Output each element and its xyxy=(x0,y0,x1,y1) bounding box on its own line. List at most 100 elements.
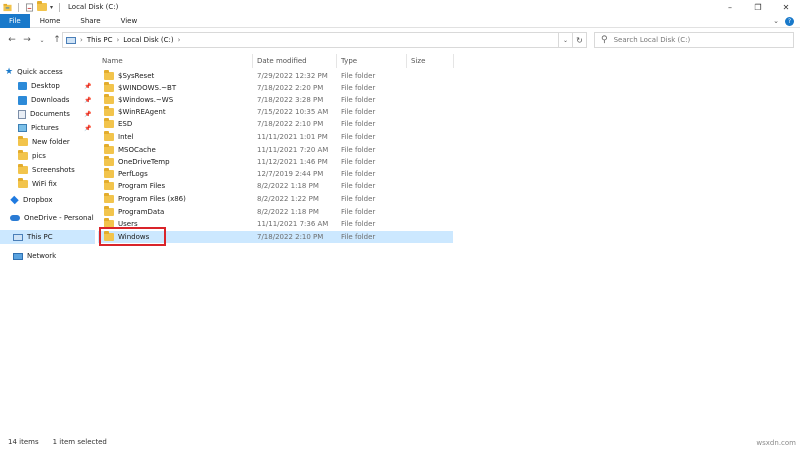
ribbon-right: ⌄ ? xyxy=(773,14,794,28)
sidebar-item-documents[interactable]: Documents 📌 xyxy=(18,107,94,121)
column-divider[interactable] xyxy=(406,54,407,68)
column-header-size[interactable]: Size xyxy=(411,54,425,68)
file-row-program-files-x86[interactable]: Program Files (x86) 8/2/2022 1:22 PM Fil… xyxy=(98,193,453,205)
file-date: 7/18/2022 3:28 PM xyxy=(257,96,324,104)
file-name: $SysReset xyxy=(118,72,155,80)
close-button[interactable]: ✕ xyxy=(772,0,800,14)
sidebar-item-label: Documents xyxy=(30,110,70,118)
back-button[interactable]: ← xyxy=(6,34,18,46)
file-row-winreagent[interactable]: $WinREAgent 7/15/2022 10:35 AM File fold… xyxy=(98,106,453,118)
tab-view[interactable]: View xyxy=(111,14,148,28)
properties-icon[interactable] xyxy=(25,3,34,12)
sidebar-item-pics[interactable]: pics xyxy=(18,149,46,163)
file-row-msocache[interactable]: MSOCache 11/11/2021 7:20 AM File folder xyxy=(98,144,453,156)
sidebar-item-screenshots[interactable]: Screenshots xyxy=(18,163,75,177)
column-divider[interactable] xyxy=(453,54,454,68)
customize-dropdown-icon[interactable]: ▾ xyxy=(50,4,53,11)
sidebar-item-downloads[interactable]: Downloads 📌 xyxy=(18,93,94,107)
sidebar-item-onedrive[interactable]: OneDrive - Personal xyxy=(10,211,94,225)
chevron-right-icon[interactable]: › xyxy=(80,36,83,44)
folder-icon xyxy=(104,180,114,190)
refresh-icon[interactable]: ↻ xyxy=(572,33,586,47)
forward-button[interactable]: → xyxy=(21,34,33,46)
file-row-intel[interactable]: Intel 11/11/2021 1:01 PM File folder xyxy=(98,131,453,143)
sidebar-item-desktop[interactable]: Desktop 📌 xyxy=(18,79,94,93)
sidebar-item-wifi-fix[interactable]: WiFi fix xyxy=(18,177,57,191)
file-name: ESD xyxy=(118,120,133,128)
column-header-date-modified[interactable]: Date modified xyxy=(257,54,307,68)
folder-icon xyxy=(104,82,114,92)
sidebar-item-dropbox[interactable]: Dropbox xyxy=(10,193,53,207)
file-name: ProgramData xyxy=(118,208,165,216)
folder-icon xyxy=(104,193,114,203)
address-actions: ⌄ ↻ xyxy=(558,33,586,47)
search-box[interactable]: ⚲ xyxy=(594,32,794,48)
this-pc-icon xyxy=(13,233,23,241)
sidebar-item-label: OneDrive - Personal xyxy=(24,214,94,222)
minimize-button[interactable]: – xyxy=(716,0,744,14)
recent-locations-icon[interactable]: ⌄ xyxy=(36,34,48,46)
sidebar-item-new-folder[interactable]: New folder xyxy=(18,135,70,149)
file-row-onedrivetemp[interactable]: OneDriveTemp 11/12/2021 1:46 PM File fol… xyxy=(98,156,453,168)
file-type: File folder xyxy=(341,182,376,190)
dropbox-icon xyxy=(10,195,19,205)
sidebar-item-label: WiFi fix xyxy=(32,180,57,188)
address-bar[interactable]: › This PC › Local Disk (C:) › ⌄ ↻ xyxy=(62,32,587,48)
onedrive-icon xyxy=(10,215,20,221)
documents-icon xyxy=(18,109,26,119)
chevron-right-icon[interactable]: › xyxy=(116,36,119,44)
file-name: Program Files (x86) xyxy=(118,195,186,203)
breadcrumb-this-pc[interactable]: This PC xyxy=(87,36,113,44)
file-type: File folder xyxy=(341,220,376,228)
expand-ribbon-icon[interactable]: ⌄ xyxy=(773,17,779,25)
file-row-esd[interactable]: ESD 7/18/2022 2:10 PM File folder xyxy=(98,118,453,130)
column-header-type[interactable]: Type xyxy=(341,54,357,68)
folder-icon xyxy=(104,70,114,80)
column-divider[interactable] xyxy=(252,54,253,68)
file-name: PerfLogs xyxy=(118,170,148,178)
folder-icon xyxy=(18,136,28,146)
column-divider[interactable] xyxy=(336,54,337,68)
network-icon xyxy=(13,252,23,260)
folder-icon xyxy=(104,94,114,104)
file-date: 11/11/2021 7:36 AM xyxy=(257,220,329,228)
file-row-windows-bt[interactable]: $WINDOWS.~BT 7/18/2022 2:20 PM File fold… xyxy=(98,82,453,94)
chevron-right-icon[interactable]: › xyxy=(178,36,181,44)
maximize-button[interactable]: ❐ xyxy=(744,0,772,14)
pin-icon: 📌 xyxy=(84,110,92,118)
file-row-perflogs[interactable]: PerfLogs 12/7/2019 2:44 PM File folder xyxy=(98,168,453,180)
address-dropdown-icon[interactable]: ⌄ xyxy=(558,33,572,47)
file-type: File folder xyxy=(341,208,376,216)
file-name: MSOCache xyxy=(118,146,156,154)
file-type: File folder xyxy=(341,170,376,178)
this-pc-icon xyxy=(66,36,76,44)
breadcrumb-local-disk[interactable]: Local Disk (C:) xyxy=(123,36,173,44)
tab-file[interactable]: File xyxy=(0,13,30,28)
file-row-programdata[interactable]: ProgramData 8/2/2022 1:18 PM File folder xyxy=(98,206,453,218)
file-name: Program Files xyxy=(118,182,166,190)
sidebar-item-quick-access[interactable]: ★ Quick access xyxy=(5,65,63,79)
star-icon: ★ xyxy=(5,67,14,77)
file-list: Name Date modified Type Size $SysReset 7… xyxy=(98,52,800,432)
file-name: $Windows.~WS xyxy=(118,96,174,104)
folder-icon xyxy=(104,106,114,116)
ribbon-tabs: File Home Share View ⌄ ? xyxy=(0,13,800,28)
file-row-sysreset[interactable]: $SysReset 7/29/2022 12:32 PM File folder xyxy=(98,70,453,82)
sidebar-item-network[interactable]: Network xyxy=(13,249,56,263)
sidebar-item-this-pc[interactable]: This PC xyxy=(0,230,95,244)
navigation-bar: ← → ⌄ ↑ › This PC › Local Disk (C:) › ⌄ … xyxy=(0,29,800,51)
window-title: Local Disk (C:) xyxy=(68,3,119,11)
help-icon[interactable]: ? xyxy=(785,16,794,26)
pin-icon: 📌 xyxy=(84,96,92,104)
sidebar-item-pictures[interactable]: Pictures 📌 xyxy=(18,121,94,135)
file-row-windows-ws[interactable]: $Windows.~WS 7/18/2022 3:28 PM File fold… xyxy=(98,94,453,106)
title-bar: ▾ Local Disk (C:) – ❐ ✕ xyxy=(0,0,800,14)
new-folder-icon[interactable] xyxy=(37,1,47,11)
pin-icon: 📌 xyxy=(84,82,92,90)
search-input[interactable] xyxy=(613,36,784,44)
folder-icon xyxy=(104,156,114,166)
tab-home[interactable]: Home xyxy=(30,14,71,28)
tab-share[interactable]: Share xyxy=(70,14,110,28)
file-row-program-files[interactable]: Program Files 8/2/2022 1:18 PM File fold… xyxy=(98,180,453,192)
column-header-name[interactable]: Name xyxy=(102,54,123,68)
